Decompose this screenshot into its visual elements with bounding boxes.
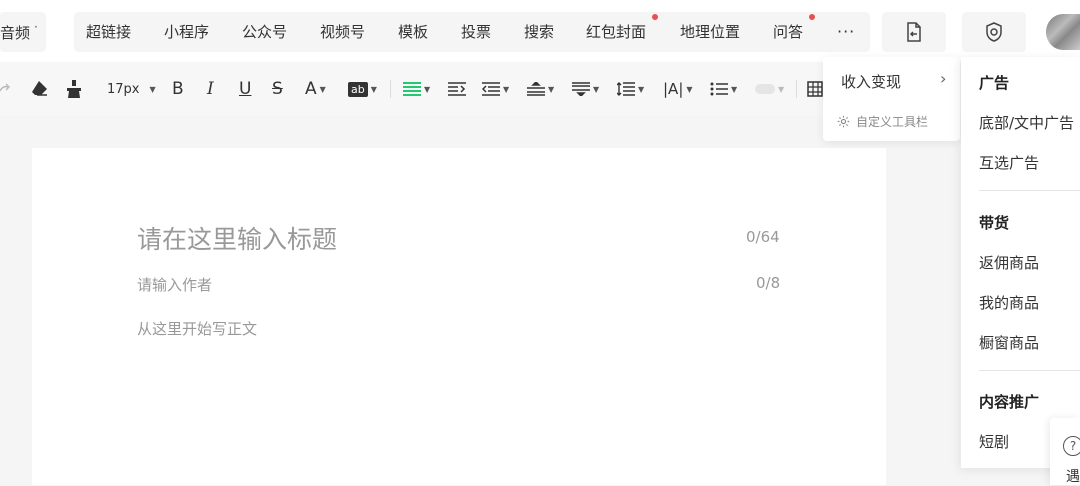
format-painter-icon[interactable]	[66, 79, 82, 99]
help-icon: ?	[1063, 436, 1080, 456]
caret-icon: ▼	[778, 84, 785, 94]
title-char-count: 0/64	[746, 228, 780, 246]
table-button[interactable]	[807, 79, 823, 99]
help-widget[interactable]: ? 遇	[1050, 418, 1080, 485]
submenu-item-bottom-ads[interactable]: 底部/文中广告	[979, 112, 1074, 133]
insert-qa[interactable]: 问答	[773, 12, 803, 52]
ads-section-title: 广告	[979, 74, 1010, 92]
submenu-item-short-drama[interactable]: 短剧	[979, 431, 1009, 452]
caret-icon: ▼	[149, 84, 156, 94]
customize-toolbar-label: 自定义工具栏	[856, 115, 929, 129]
table-icon	[807, 81, 823, 97]
insert-vote[interactable]: 投票	[461, 12, 491, 52]
top-insert-bar: 音频 · 超链接 小程序 公众号 视频号 模板 投票 搜索 红包封面 地理位置 …	[0, 0, 1080, 62]
submenu-item-my-goods[interactable]: 我的商品	[979, 292, 1039, 313]
underline-button[interactable]: U	[239, 79, 251, 99]
line-height-select[interactable]: ▼	[617, 79, 644, 99]
submenu-divider	[979, 190, 1080, 191]
paragraph-indent-select[interactable]: ▼	[482, 79, 509, 99]
spacing-after-select[interactable]: ▼	[572, 79, 599, 99]
insert-official-account[interactable]: 公众号	[242, 12, 287, 52]
insert-template[interactable]: 模板	[398, 12, 428, 52]
caret-icon: ▼	[686, 84, 693, 94]
list-select[interactable]: ▼	[710, 79, 737, 99]
dot-caret-icon: ·	[34, 20, 38, 34]
align-left-select[interactable]: ▼	[403, 79, 430, 99]
author-char-count: 0/8	[756, 274, 781, 292]
font-size-value: 17px	[107, 81, 140, 97]
chevron-right-icon: ›	[940, 69, 947, 88]
bullet-list-icon	[710, 82, 728, 96]
align-left-icon	[403, 82, 421, 96]
caret-icon: ▼	[731, 84, 738, 94]
submenu-item-showcase-goods[interactable]: 橱窗商品	[979, 332, 1039, 353]
new-badge-dot	[652, 14, 658, 20]
gear-icon	[837, 115, 850, 128]
font-color-select[interactable]: A ▼	[305, 79, 326, 99]
submenu-item-mutual-ads[interactable]: 互选广告	[979, 152, 1039, 173]
caret-icon: ▼	[424, 84, 431, 94]
spacing-before-icon	[527, 82, 545, 96]
indent-button[interactable]	[448, 79, 466, 99]
caret-icon: ▼	[503, 84, 510, 94]
indent-icon	[448, 82, 466, 96]
bg-color-label: ab	[348, 81, 368, 97]
spacing-after-icon	[572, 82, 590, 96]
caret-icon: ▼	[319, 84, 326, 94]
audio-tab-label: 音频	[0, 24, 31, 42]
caret-icon: ▼	[548, 84, 555, 94]
title-input[interactable]: 请在这里输入标题	[137, 220, 337, 256]
import-document-button[interactable]	[882, 12, 946, 52]
submenu-divider	[979, 370, 1080, 371]
letter-spacing-select[interactable]: |A| ▼	[663, 79, 693, 99]
background-color-select[interactable]: ab ▼	[348, 79, 377, 99]
outdent-icon	[482, 82, 500, 96]
audio-tab[interactable]: 音频 ·	[0, 12, 46, 52]
caret-icon: ▼	[370, 84, 377, 94]
more-menu: 收入变现 › 自定义工具栏	[823, 57, 960, 141]
toolbar-divider	[390, 80, 391, 98]
goods-section-title: 带货	[979, 214, 1010, 232]
insert-mini-program[interactable]: 小程序	[164, 12, 209, 52]
insert-channels[interactable]: 视频号	[320, 12, 365, 52]
spacing-before-select[interactable]: ▼	[527, 79, 554, 99]
import-doc-icon	[907, 22, 921, 42]
shield-icon	[986, 22, 1002, 42]
author-input[interactable]: 请输入作者	[137, 274, 212, 295]
insert-hyperlink[interactable]: 超链接	[86, 12, 131, 52]
bold-button[interactable]: B	[172, 79, 184, 99]
clear-format-icon[interactable]	[31, 79, 49, 99]
customize-toolbar-item[interactable]: 自定义工具栏	[837, 113, 928, 130]
submenu-item-commission-goods[interactable]: 返佣商品	[979, 252, 1039, 273]
help-label: 遇	[1066, 469, 1080, 485]
insert-search[interactable]: 搜索	[524, 12, 554, 52]
letter-spacing-label: |A|	[663, 80, 684, 98]
more-button[interactable]: ···	[837, 12, 855, 52]
originality-button[interactable]	[962, 12, 1026, 52]
monetize-menu-item[interactable]: 收入变现	[841, 71, 901, 92]
caret-icon: ▼	[638, 84, 645, 94]
insert-red-packet-cover[interactable]: 红包封面	[586, 12, 646, 52]
article-editor: 请在这里输入标题 0/64 请输入作者 0/8 从这里开始写正文	[32, 148, 886, 485]
toolbar-divider	[796, 80, 797, 98]
caret-icon: ▼	[593, 84, 600, 94]
promo-section-title: 内容推广	[979, 393, 1040, 411]
strikethrough-button[interactable]: S	[272, 79, 283, 99]
new-badge-dot	[809, 14, 815, 20]
monetize-submenu: 广告 底部/文中广告 互选广告 带货 返佣商品 我的商品 橱窗商品 内容推广 短…	[961, 57, 1080, 468]
insert-location[interactable]: 地理位置	[680, 12, 740, 52]
font-size-select[interactable]: 17px ▼	[107, 79, 156, 99]
italic-button[interactable]: I	[207, 79, 214, 99]
redo-icon[interactable]	[0, 79, 10, 99]
line-height-icon	[617, 82, 635, 96]
toggle-icon	[755, 84, 775, 94]
toggle-select[interactable]: ▼	[755, 79, 784, 99]
body-editor[interactable]: 从这里开始写正文	[137, 318, 257, 339]
font-color-label: A	[305, 79, 317, 99]
avatar[interactable]	[1046, 14, 1080, 50]
